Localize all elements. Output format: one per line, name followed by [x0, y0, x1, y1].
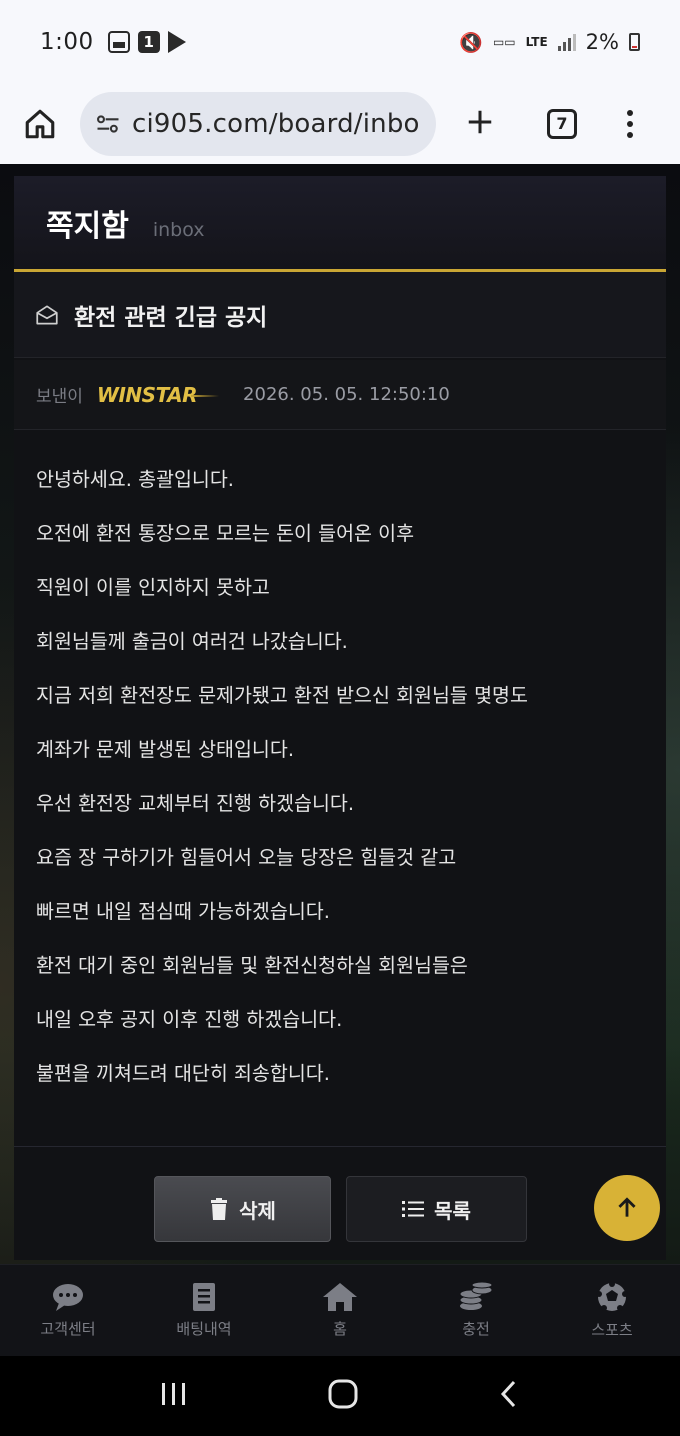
sender-logo: WINSTAR	[97, 383, 220, 407]
new-tab-button[interactable]	[436, 105, 524, 143]
soccer-ball-icon	[596, 1281, 628, 1311]
message-card: 쪽지함 inbox 환전 관련 긴급 공지 보낸이 WINSTAR 2026. …	[14, 176, 666, 1260]
body-line: 계좌가 문제 발생된 상태입니다.	[36, 738, 295, 761]
list-button-label: 목록	[434, 1198, 471, 1223]
browser-toolbar: ci905.com/board/inbo 7	[0, 84, 680, 164]
gallery-notification-icon	[107, 31, 130, 53]
nav-label: 배팅내역	[176, 1320, 232, 1338]
nav-label: 스포츠	[591, 1321, 633, 1339]
list-icon	[402, 1201, 425, 1217]
scroll-top-button[interactable]	[594, 1175, 660, 1241]
recent-apps-button[interactable]	[159, 1381, 189, 1411]
delete-button[interactable]: 삭제	[154, 1176, 331, 1242]
network-type-label: LTE	[525, 35, 548, 49]
browser-home-button[interactable]	[0, 107, 80, 141]
nav-label: 고객센터	[40, 1320, 96, 1338]
delete-button-label: 삭제	[239, 1198, 276, 1223]
divider	[14, 1146, 666, 1147]
browser-menu-button[interactable]	[600, 110, 660, 138]
body-line: 우선 환전장 교체부터 진행 하겠습니다.	[36, 792, 355, 815]
back-button[interactable]	[497, 1379, 521, 1413]
body-line: 불편을 끼쳐드려 대단히 죄송합니다.	[36, 1062, 330, 1085]
nav-item-deposit[interactable]: 충전	[408, 1265, 544, 1356]
home-system-button[interactable]	[326, 1377, 360, 1415]
one-notification-icon: 1	[137, 31, 160, 53]
body-line: 직원이 이를 인지하지 못하고	[36, 576, 270, 599]
mute-icon: 🔇	[459, 31, 483, 54]
nav-item-customer-center[interactable]: 고객센터	[0, 1265, 136, 1356]
home-circle-icon	[328, 1379, 358, 1409]
trash-icon	[211, 1198, 228, 1220]
play-store-notification-icon	[167, 31, 186, 53]
signal-icon	[557, 33, 576, 51]
site-settings-icon	[97, 115, 119, 133]
message-subject: 환전 관련 긴급 공지	[74, 304, 268, 331]
message-meta: 보낸이 WINSTAR 2026. 05. 05. 12:50:10	[14, 360, 666, 430]
body-line: 오전에 환전 통장으로 모르는 돈이 들어온 이후	[36, 522, 415, 545]
nav-item-sports[interactable]: 스포츠	[544, 1265, 680, 1356]
status-time: 1:00	[40, 29, 94, 55]
coins-icon	[459, 1282, 493, 1310]
chat-icon	[53, 1284, 83, 1311]
battery-icon	[629, 33, 640, 51]
tab-switcher-button[interactable]: 7	[547, 109, 577, 139]
battery-percent: 2%	[585, 30, 619, 54]
body-line: 회원님들께 출금이 여러건 나갔습니다.	[36, 630, 348, 653]
envelope-open-icon	[36, 304, 58, 325]
list-button[interactable]: 목록	[346, 1176, 527, 1242]
home-icon	[323, 1283, 357, 1311]
body-line: 빠르면 내일 점심때 가능하겠습니다.	[36, 900, 330, 923]
plus-icon	[468, 110, 492, 134]
body-line: 지금 저희 환전장도 문제가됐고 환전 받으신 회원님들 몇명도	[36, 684, 528, 707]
recent-apps-icon	[161, 1383, 185, 1405]
body-line: 내일 오후 공지 이후 진행 하겠습니다.	[36, 1008, 343, 1031]
system-nav-bar	[0, 1356, 680, 1436]
sender-label: 보낸이	[36, 387, 83, 407]
message-body: 안녕하세요. 총괄입니다. 오전에 환전 통장으로 모르는 돈이 들어온 이후 …	[14, 430, 666, 1114]
back-chevron-icon	[501, 1380, 516, 1408]
arrow-up-icon	[618, 1197, 636, 1217]
message-date: 2026. 05. 05. 12:50:10	[243, 384, 450, 405]
page-title: 쪽지함	[46, 208, 129, 244]
home-icon	[25, 109, 55, 139]
subject-row: 환전 관련 긴급 공지	[14, 272, 666, 358]
body-line: 요즘 장 구하기가 힘들어서 오늘 당장은 힘들것 같고	[36, 846, 457, 869]
receipt-icon	[193, 1283, 215, 1311]
page-subtitle: inbox	[152, 218, 205, 241]
address-bar[interactable]: ci905.com/board/inbo	[80, 92, 436, 156]
status-bar: 1:00 1 🔇 ▭▭ LTE 2%	[0, 0, 680, 84]
body-line: 안녕하세요. 총괄입니다.	[36, 468, 234, 491]
url-text: ci905.com/board/inbo	[132, 109, 420, 139]
nav-item-betting-history[interactable]: 배팅내역	[136, 1265, 272, 1356]
data-icon: ▭▭	[492, 35, 516, 49]
nav-label: 홈	[333, 1320, 347, 1338]
more-vert-icon	[627, 110, 633, 116]
nav-label: 충전	[462, 1320, 490, 1338]
body-line: 환전 대기 중인 회원님들 및 환전신청하실 회원님들은	[36, 954, 468, 977]
nav-item-home[interactable]: 홈	[272, 1265, 408, 1356]
card-header: 쪽지함 inbox	[14, 176, 666, 272]
bottom-nav: 고객센터 배팅내역 홈 충전 스포츠	[0, 1264, 680, 1356]
